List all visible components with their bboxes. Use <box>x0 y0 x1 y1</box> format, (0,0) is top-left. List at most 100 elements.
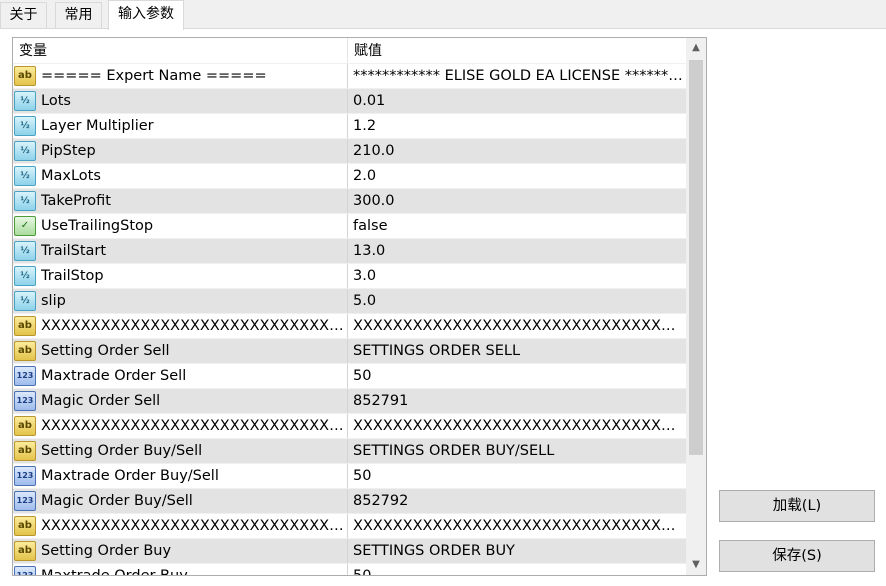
parameter-name: TrailStop <box>41 268 104 284</box>
parameter-name: slip <box>41 293 66 309</box>
double-value-icon: ½ <box>14 141 36 161</box>
table-row[interactable]: 123 Magic Order Buy/Sell 852792 <box>13 488 686 513</box>
cell-divider <box>347 389 348 413</box>
cell-divider <box>347 539 348 563</box>
parameter-name: ===== Expert Name ===== <box>41 68 267 84</box>
table-row[interactable]: ab Setting Order Buy SETTINGS ORDER BUY <box>13 538 686 563</box>
cell-divider <box>347 114 348 138</box>
cell-divider <box>347 264 348 288</box>
parameter-value[interactable]: SETTINGS ORDER BUY <box>353 539 683 563</box>
table-row[interactable]: ab XXXXXXXXXXXXXXXXXXXXXXXXXXXXXX... XXXXX… <box>13 313 686 338</box>
cell-divider <box>347 564 348 575</box>
double-value-icon: ½ <box>14 91 36 111</box>
table-row[interactable]: ½ PipStep 210.0 <box>13 138 686 163</box>
parameter-value[interactable]: 210.0 <box>353 139 683 163</box>
cell-divider <box>347 339 348 363</box>
parameter-name: Maxtrade Order Buy/Sell <box>41 468 219 484</box>
parameter-value[interactable]: ************ ELISE GOLD EA LICENSE *****… <box>353 64 683 88</box>
parameter-value[interactable]: 0.01 <box>353 89 683 113</box>
tab-about[interactable]: 关于 <box>0 2 47 28</box>
parameter-value[interactable]: XXXXXXXXXXXXXXXXXXXXXXXXXXXXXXXXXX <box>353 514 683 538</box>
table-row[interactable]: 123 Magic Order Sell 852791 <box>13 388 686 413</box>
parameter-value[interactable]: 1.2 <box>353 114 683 138</box>
chevron-down-icon[interactable]: ▼ <box>686 555 706 575</box>
cell-divider <box>347 464 348 488</box>
vertical-scrollbar[interactable]: ▲ ▼ <box>686 38 706 575</box>
parameter-name: PipStep <box>41 143 96 159</box>
parameter-value[interactable]: 852791 <box>353 389 683 413</box>
load-button[interactable]: 加载(L) <box>719 490 875 522</box>
table-row[interactable]: ½ TakeProfit 300.0 <box>13 188 686 213</box>
ab-string-icon: ab <box>14 416 36 436</box>
ab-string-icon: ab <box>14 441 36 461</box>
table-row[interactable]: ½ MaxLots 2.0 <box>13 163 686 188</box>
cell-divider <box>347 439 348 463</box>
cell-divider <box>347 489 348 513</box>
parameter-name: Setting Order Sell <box>41 343 170 359</box>
table-row[interactable]: ✓ UseTrailingStop false <box>13 213 686 238</box>
table-row[interactable]: 123 Maxtrade Order Buy/Sell 50 <box>13 463 686 488</box>
bool-value-icon: ✓ <box>14 216 36 236</box>
double-value-icon: ½ <box>14 191 36 211</box>
parameter-value[interactable]: 5.0 <box>353 289 683 313</box>
double-value-icon: ½ <box>14 116 36 136</box>
table-row[interactable]: ab ===== Expert Name ===== ************ EL… <box>13 63 686 88</box>
parameter-value[interactable]: 50 <box>353 464 683 488</box>
table-row[interactable]: ab XXXXXXXXXXXXXXXXXXXXXXXXXXXXXX... XXXXX… <box>13 413 686 438</box>
tab-common[interactable]: 常用 <box>55 2 102 28</box>
parameter-value[interactable]: 50 <box>353 564 683 575</box>
cell-divider <box>347 364 348 388</box>
parameter-name: Lots <box>41 93 71 109</box>
table-row[interactable]: 123 Maxtrade Order Sell 50 <box>13 363 686 388</box>
parameter-name: UseTrailingStop <box>41 218 154 234</box>
table-row[interactable]: ab Setting Order Buy/Sell SETTINGS ORDER B… <box>13 438 686 463</box>
parameter-name: MaxLots <box>41 168 101 184</box>
table-row[interactable]: ½ TrailStop 3.0 <box>13 263 686 288</box>
chevron-up-icon[interactable]: ▲ <box>686 38 706 58</box>
parameter-value[interactable]: 2.0 <box>353 164 683 188</box>
parameter-name: Maxtrade Order Sell <box>41 368 187 384</box>
table-row[interactable]: 123 Maxtrade Order Buy 50 <box>13 563 686 576</box>
parameter-value[interactable]: XXXXXXXXXXXXXXXXXXXXXXXXXXXXXXXXXX <box>353 414 683 438</box>
parameter-value[interactable]: 13.0 <box>353 239 683 263</box>
parameter-name: XXXXXXXXXXXXXXXXXXXXXXXXXXXXXX... <box>41 318 347 334</box>
ab-string-icon: ab <box>14 341 36 361</box>
parameter-value[interactable]: 300.0 <box>353 189 683 213</box>
ab-string-icon: ab <box>14 66 36 86</box>
tab-input-parameters[interactable]: 输入参数 <box>108 0 184 30</box>
double-value-icon: ½ <box>14 291 36 311</box>
cell-divider <box>347 64 348 88</box>
table-row[interactable]: ½ Lots 0.01 <box>13 88 686 113</box>
cell-divider <box>347 314 348 338</box>
parameter-name: Maxtrade Order Buy <box>41 568 188 576</box>
parameter-name: XXXXXXXXXXXXXXXXXXXXXXXXXXXXXX... <box>41 418 347 434</box>
cell-divider <box>347 164 348 188</box>
parameter-value[interactable]: SETTINGS ORDER SELL <box>353 339 683 363</box>
column-header-value[interactable]: 赋值 <box>348 38 686 62</box>
cell-divider <box>347 139 348 163</box>
parameters-grid[interactable]: 变量 赋值 ab ===== Expert Name ===== *********… <box>12 37 707 576</box>
ab-string-icon: ab <box>14 316 36 336</box>
tab-bar: 关于 常用 输入参数 <box>0 0 886 30</box>
parameter-value[interactable]: XXXXXXXXXXXXXXXXXXXXXXXXXXXXXXXXXX <box>353 314 683 338</box>
table-row[interactable]: ½ Layer Multiplier 1.2 <box>13 113 686 138</box>
parameter-value[interactable]: 50 <box>353 364 683 388</box>
save-button[interactable]: 保存(S) <box>719 540 875 572</box>
integer-value-icon: 123 <box>14 466 36 486</box>
double-value-icon: ½ <box>14 166 36 186</box>
parameter-value[interactable]: SETTINGS ORDER BUY/SELL <box>353 439 683 463</box>
parameter-value[interactable]: false <box>353 214 683 238</box>
integer-value-icon: 123 <box>14 491 36 511</box>
column-header-variable[interactable]: 变量 <box>13 38 347 62</box>
table-row[interactable]: ½ TrailStart 13.0 <box>13 238 686 263</box>
table-row[interactable]: ab XXXXXXXXXXXXXXXXXXXXXXXXXXXXXX... XXXXX… <box>13 513 686 538</box>
cell-divider <box>347 414 348 438</box>
double-value-icon: ½ <box>14 266 36 286</box>
parameter-name: Magic Order Buy/Sell <box>41 493 193 509</box>
table-row[interactable]: ½ slip 5.0 <box>13 288 686 313</box>
parameter-value[interactable]: 852792 <box>353 489 683 513</box>
table-row[interactable]: ab Setting Order Sell SETTINGS ORDER SELL <box>13 338 686 363</box>
parameter-value[interactable]: 3.0 <box>353 264 683 288</box>
cell-divider <box>347 289 348 313</box>
scrollbar-thumb[interactable] <box>689 60 703 455</box>
